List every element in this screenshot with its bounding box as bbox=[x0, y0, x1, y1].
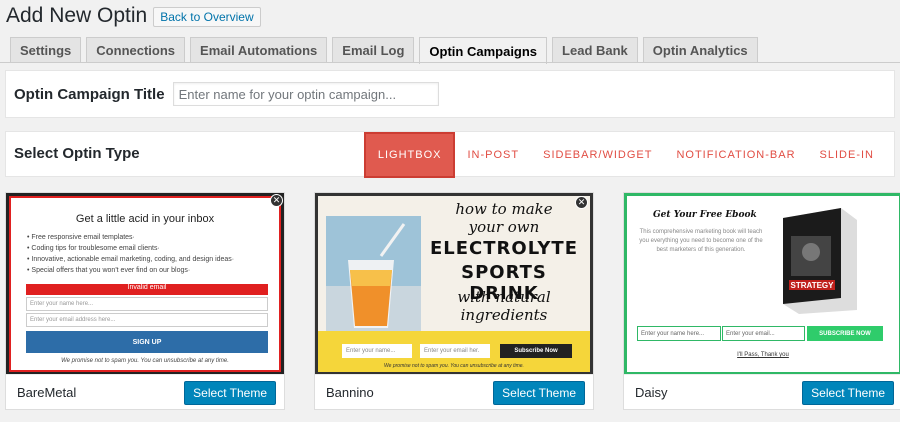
card-footer: Bannino Select Theme bbox=[315, 374, 593, 409]
card-footer: BareMetal Select Theme bbox=[6, 374, 284, 409]
theme-card-daisy: Get Your Free Ebook This comprehensive m… bbox=[623, 192, 900, 410]
theme-preview[interactable]: Get Your Free Ebook This comprehensive m… bbox=[624, 193, 900, 375]
tab-optin-analytics[interactable]: Optin Analytics bbox=[642, 37, 758, 62]
optin-type-tabs: LIGHTBOX IN-POST SIDEBAR/WIDGET NOTIFICA… bbox=[363, 132, 886, 178]
theme-card-baremetal: Get a little acid in your inbox Free res… bbox=[5, 192, 285, 410]
preview-text: This comprehensive marketing book will t… bbox=[639, 229, 763, 253]
preview-submit-button: SUBSCRIBE NOW bbox=[807, 326, 883, 341]
drink-glass-illustration bbox=[326, 216, 421, 332]
optin-type-lightbox[interactable]: LIGHTBOX bbox=[363, 132, 456, 178]
preview-submit-button: SIGN UP bbox=[26, 331, 268, 353]
tab-connections[interactable]: Connections bbox=[86, 37, 186, 62]
tab-settings[interactable]: Settings bbox=[10, 37, 82, 62]
close-icon: ✕ bbox=[270, 194, 283, 207]
preview-submit-button: Subscribe Now bbox=[500, 344, 572, 358]
theme-name: Bannino bbox=[326, 385, 374, 400]
error-banner: Invalid email bbox=[26, 284, 268, 295]
nav-tabs: Settings Connections Email Automations E… bbox=[10, 37, 763, 64]
preview-heading: Get a little acid in your inbox bbox=[75, 213, 215, 225]
list-item: Innovative, actionable email marketing, … bbox=[27, 256, 234, 267]
book-title-text: STRATEGY bbox=[791, 281, 835, 290]
list-item: Special offers that you won't ever find … bbox=[27, 267, 234, 278]
theme-card-bannino: how to make your own ELECTROLYTE SPORTS … bbox=[314, 192, 594, 410]
optin-type-in-post[interactable]: IN-POST bbox=[455, 132, 531, 178]
theme-name: BareMetal bbox=[17, 385, 77, 400]
preview-name-field: Enter your name here... bbox=[26, 297, 268, 311]
headline-line-3: ELECTROLYTE bbox=[430, 238, 578, 259]
preview-note: We promise not to spam you. You can unsu… bbox=[61, 358, 229, 364]
optin-type-label: Select Optin Type bbox=[14, 145, 140, 162]
headline-line-5: with natural bbox=[457, 288, 551, 306]
tab-lead-bank[interactable]: Lead Bank bbox=[552, 37, 638, 62]
back-to-overview-button[interactable]: Back to Overview bbox=[153, 7, 261, 27]
preview-email-field: Enter your email address here... bbox=[26, 313, 268, 327]
card-footer: Daisy Select Theme bbox=[624, 374, 900, 409]
tab-optin-campaigns[interactable]: Optin Campaigns bbox=[419, 37, 548, 64]
theme-preview[interactable]: how to make your own ELECTROLYTE SPORTS … bbox=[315, 193, 593, 375]
campaign-title-input[interactable]: Enter name for your optin campaign... bbox=[172, 82, 439, 106]
tab-email-automations[interactable]: Email Automations bbox=[190, 37, 328, 62]
campaign-title-panel: Optin Campaign Title Enter name for your… bbox=[5, 70, 895, 118]
optin-type-sidebar-widget[interactable]: SIDEBAR/WIDGET bbox=[531, 132, 664, 178]
tab-email-log[interactable]: Email Log bbox=[332, 37, 415, 62]
select-theme-button[interactable]: Select Theme bbox=[802, 381, 894, 405]
theme-preview[interactable]: Get a little acid in your inbox Free res… bbox=[6, 193, 284, 375]
optin-type-panel: Select Optin Type LIGHTBOX IN-POST SIDEB… bbox=[5, 131, 895, 178]
preview-note: We promise not to spam you. You can unsu… bbox=[384, 363, 524, 369]
ebook-cover-illustration: STRATEGY bbox=[783, 208, 857, 314]
close-icon: ✕ bbox=[575, 196, 588, 209]
preview-heading: Get Your Free Ebook bbox=[653, 210, 757, 220]
tabs-divider bbox=[0, 62, 900, 63]
optin-type-notification-bar[interactable]: NOTIFICATION-BAR bbox=[664, 132, 807, 178]
preview-email-field: Enter your email her. bbox=[420, 344, 490, 358]
preview-email-field: Enter your email... bbox=[722, 326, 805, 341]
select-theme-button[interactable]: Select Theme bbox=[184, 381, 276, 405]
preview-bullet-list: Free responsive email templates· Coding … bbox=[27, 234, 234, 278]
preview-name-field: Enter your name here... bbox=[637, 326, 721, 341]
theme-name: Daisy bbox=[635, 385, 668, 400]
campaign-title-label: Optin Campaign Title bbox=[14, 85, 165, 103]
select-theme-button[interactable]: Select Theme bbox=[493, 381, 585, 405]
headline-line-6: ingredients bbox=[460, 306, 548, 324]
preview-frame: Get a little acid in your inbox Free res… bbox=[9, 196, 281, 372]
page-header: Add New Optin Back to Overview bbox=[6, 4, 261, 28]
page-title: Add New Optin bbox=[6, 4, 148, 27]
headline-line-1: how to make bbox=[455, 200, 553, 218]
list-item: Coding tips for troublesome email client… bbox=[27, 245, 234, 256]
preview-decline-link: I'll Pass, Thank you bbox=[737, 352, 789, 358]
optin-type-slide-in[interactable]: SLIDE-IN bbox=[808, 132, 886, 178]
preview-name-field: Enter your name... bbox=[342, 344, 412, 358]
headline-line-2: your own bbox=[468, 218, 540, 236]
list-item: Free responsive email templates· bbox=[27, 234, 234, 245]
